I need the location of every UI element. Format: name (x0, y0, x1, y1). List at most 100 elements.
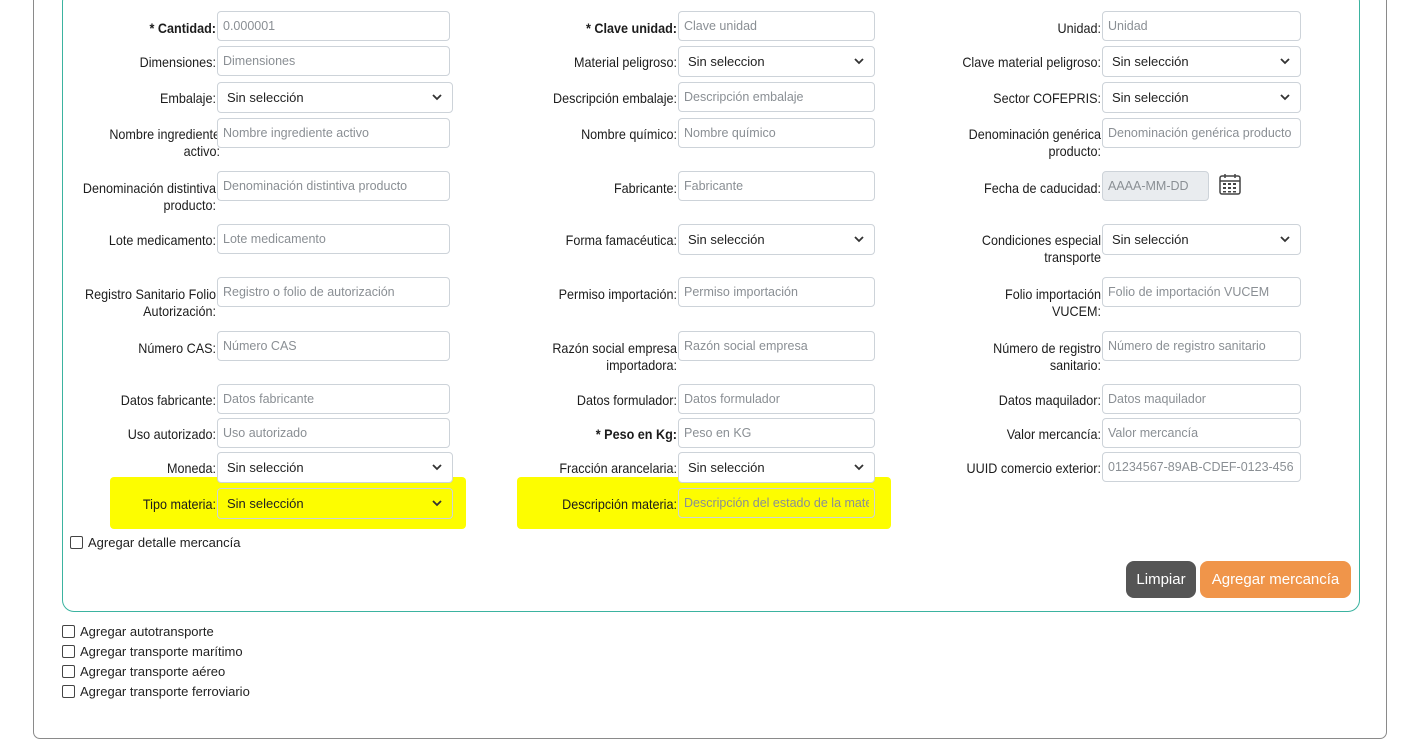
transporte-aereo-checkbox[interactable]: Agregar transporte aéreo (62, 664, 225, 679)
select-value: Sin selección (688, 232, 765, 247)
label-condiciones-transporte: Condiciones especial transporte (981, 232, 1101, 265)
chevron-down-icon (432, 464, 442, 471)
checkbox-label: Agregar transporte ferroviario (80, 684, 250, 699)
chevron-down-icon (432, 500, 442, 507)
label-nombre-quimico: Nombre químico: (581, 126, 677, 142)
datos-maquilador-input[interactable] (1102, 384, 1301, 414)
chevron-down-icon (854, 464, 864, 471)
label-fabricante: Fabricante: (613, 180, 677, 196)
label-nombre-ingrediente: Nombre ingrediente activo: (109, 126, 220, 159)
select-value: Sin selección (688, 460, 765, 475)
checkbox-label: Agregar transporte aéreo (80, 664, 226, 679)
label-datos-maquilador: Datos maquilador: (998, 392, 1101, 408)
label-razon-social: Razón social empresa importadora: (552, 340, 677, 373)
label-datos-fabricante: Datos fabricante: (120, 392, 216, 408)
select-value: Sin selección (1112, 232, 1189, 247)
label-denominacion-distintiva: Denominación distintiva producto: (82, 180, 216, 213)
label-descripcion-embalaje: Descripción embalaje: (553, 90, 677, 106)
sector-cofepris-select[interactable]: Sin selección (1102, 82, 1301, 113)
checkbox-label: Agregar transporte marítimo (80, 644, 243, 659)
label-folio-importacion: Folio importación VUCEM: (1005, 286, 1101, 319)
select-value: Sin selección (227, 460, 304, 475)
label-permiso-importacion: Permiso importación: (558, 286, 677, 302)
unidad-input[interactable] (1102, 11, 1301, 41)
label-numero-registro: Número de registro sanitario: (993, 340, 1101, 373)
checkbox-box[interactable] (62, 645, 75, 658)
label-cantidad: * Cantidad: (149, 20, 216, 36)
label-peso-kg: * Peso en Kg: (595, 426, 677, 442)
checkbox-box[interactable] (62, 685, 75, 698)
denominacion-generica-input[interactable] (1102, 118, 1301, 148)
permiso-importacion-input[interactable] (678, 277, 875, 307)
dimensiones-input[interactable] (217, 46, 450, 76)
label-valor-mercancia: Valor mercancía: (1006, 426, 1101, 442)
uso-autorizado-input[interactable] (217, 418, 450, 448)
select-value: Sin selección (227, 496, 304, 511)
registro-sanitario-input[interactable] (217, 277, 450, 307)
numero-registro-input[interactable] (1102, 331, 1301, 361)
label-fraccion-arancelaria: Fracción arancelaria: (559, 460, 677, 476)
transporte-ferroviario-checkbox[interactable]: Agregar transporte ferroviario (62, 684, 250, 699)
chevron-down-icon (854, 236, 864, 243)
label-dimensiones: Dimensiones: (139, 54, 216, 70)
uuid-comercio-input[interactable] (1102, 452, 1301, 482)
select-value: Sin selección (1112, 90, 1189, 105)
denominacion-distintiva-input[interactable] (217, 171, 450, 201)
detalle-mercancia-checkbox[interactable]: Agregar detalle mercancía (70, 535, 240, 550)
condiciones-transporte-select[interactable]: Sin selección (1102, 224, 1301, 255)
nombre-ingrediente-input[interactable] (217, 118, 450, 148)
select-value: Sin selección (227, 90, 304, 105)
label-fecha-caducidad: Fecha de caducidad: (984, 180, 1101, 196)
label-moneda: Moneda: (166, 460, 216, 476)
checkbox-box[interactable] (62, 625, 75, 638)
chevron-down-icon (854, 58, 864, 65)
chevron-down-icon (1280, 58, 1290, 65)
razon-social-input[interactable] (678, 331, 875, 361)
clave-material-peligroso-select[interactable]: Sin selección (1102, 46, 1301, 77)
tipo-materia-select[interactable]: Sin selección (217, 488, 453, 519)
descripcion-embalaje-input[interactable] (678, 82, 875, 112)
label-uso-autorizado: Uso autorizado: (127, 426, 216, 442)
valor-mercancia-input[interactable] (1102, 418, 1301, 448)
numero-cas-input[interactable] (217, 331, 450, 361)
label-clave-material-peligroso: Clave material peligroso: (962, 54, 1101, 70)
moneda-select[interactable]: Sin selección (217, 452, 453, 483)
select-value: Sin seleccion (688, 54, 765, 69)
material-peligroso-select[interactable]: Sin seleccion (678, 46, 875, 77)
label-numero-cas: Número CAS: (138, 340, 216, 356)
checkbox-label: Agregar autotransporte (80, 624, 214, 639)
label-unidad: Unidad: (1057, 20, 1101, 36)
chevron-down-icon (1280, 94, 1290, 101)
transporte-maritimo-checkbox[interactable]: Agregar transporte marítimo (62, 644, 243, 659)
calendar-icon[interactable] (1218, 172, 1242, 196)
lote-medicamento-input[interactable] (217, 224, 450, 254)
folio-importacion-input[interactable] (1102, 277, 1301, 307)
checkbox-box[interactable] (70, 536, 83, 549)
descripcion-materia-input[interactable] (678, 488, 875, 518)
label-material-peligroso: Material peligroso: (574, 54, 677, 70)
label-uuid-comercio: UUID comercio exterior: (966, 460, 1101, 476)
label-lote-medicamento: Lote medicamento: (108, 232, 216, 248)
label-denominacion-generica: Denominación genérica producto: (968, 126, 1101, 159)
clave-unidad-input[interactable] (678, 11, 875, 41)
fabricante-input[interactable] (678, 171, 875, 201)
autotransporte-checkbox[interactable]: Agregar autotransporte (62, 624, 214, 639)
label-registro-sanitario: Registro Sanitario Folio Autorización: (85, 286, 216, 319)
label-sector-cofepris: Sector COFEPRIS: (993, 90, 1101, 106)
limpiar-button[interactable]: Limpiar (1126, 561, 1196, 598)
cantidad-input[interactable] (217, 11, 450, 41)
nombre-quimico-input[interactable] (678, 118, 875, 148)
datos-formulador-input[interactable] (678, 384, 875, 414)
agregar-mercancia-button[interactable]: Agregar mercancía (1200, 561, 1351, 598)
chevron-down-icon (1280, 236, 1290, 243)
peso-kg-input[interactable] (678, 418, 875, 448)
fraccion-arancelaria-select[interactable]: Sin selección (678, 452, 875, 483)
embalaje-select[interactable]: Sin selección (217, 82, 453, 113)
label-descripcion-materia: Descripción materia: (562, 496, 677, 512)
label-embalaje: Embalaje: (159, 90, 216, 106)
label-clave-unidad: * Clave unidad: (585, 20, 677, 36)
checkbox-label: Agregar detalle mercancía (88, 535, 241, 550)
checkbox-box[interactable] (62, 665, 75, 678)
datos-fabricante-input[interactable] (217, 384, 450, 414)
forma-farmaceutica-select[interactable]: Sin selección (678, 224, 875, 255)
